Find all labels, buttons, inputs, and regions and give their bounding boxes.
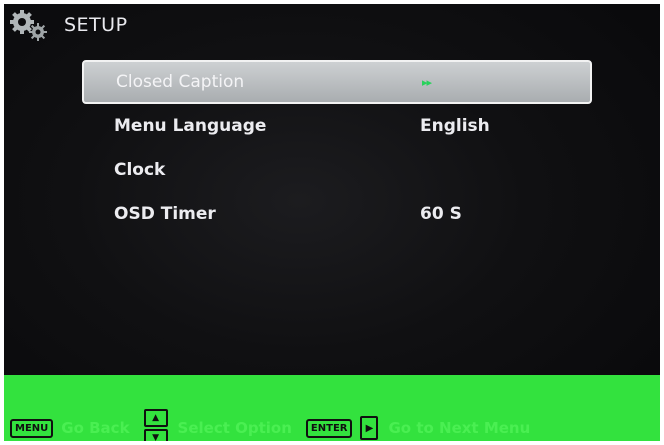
next-menu-hint: Go to Next Menu	[388, 419, 531, 437]
menu-item-value: English	[420, 116, 490, 136]
key-hint-bar: MENU Go Back ▲ ▼ Select Option ENTER ▶ Go…	[4, 375, 660, 441]
up-down-arrow-icon: ▲ ▼	[143, 408, 168, 441]
menu-item-label: Menu Language	[114, 116, 267, 136]
osd-screen: SETUP Closed Caption ▸▸ Menu Language En…	[4, 4, 660, 441]
right-arrow-icon: ▶	[360, 416, 379, 440]
menu-key-icon: MENU	[10, 418, 54, 438]
gear-icon	[8, 8, 52, 42]
menu-item-menu-language[interactable]: Menu Language English	[82, 104, 592, 148]
osd-header: SETUP	[8, 8, 128, 42]
closed-caption-indicator-icon: ▸▸	[422, 75, 432, 89]
enter-key-icon: ENTER	[305, 418, 353, 438]
menu-item-value: 60 S	[420, 204, 462, 224]
go-back-hint: Go Back	[61, 419, 130, 437]
select-option-hint: Select Option	[177, 419, 292, 437]
setup-menu: Closed Caption ▸▸ Menu Language English …	[82, 60, 592, 236]
menu-item-osd-timer[interactable]: OSD Timer 60 S	[82, 192, 592, 236]
menu-item-label: Closed Caption	[116, 72, 245, 92]
menu-item-clock[interactable]: Clock	[82, 148, 592, 192]
page-title: SETUP	[64, 14, 128, 36]
menu-item-label: OSD Timer	[114, 204, 216, 224]
menu-item-label: Clock	[114, 160, 166, 180]
menu-item-closed-caption[interactable]: Closed Caption ▸▸	[82, 60, 592, 104]
